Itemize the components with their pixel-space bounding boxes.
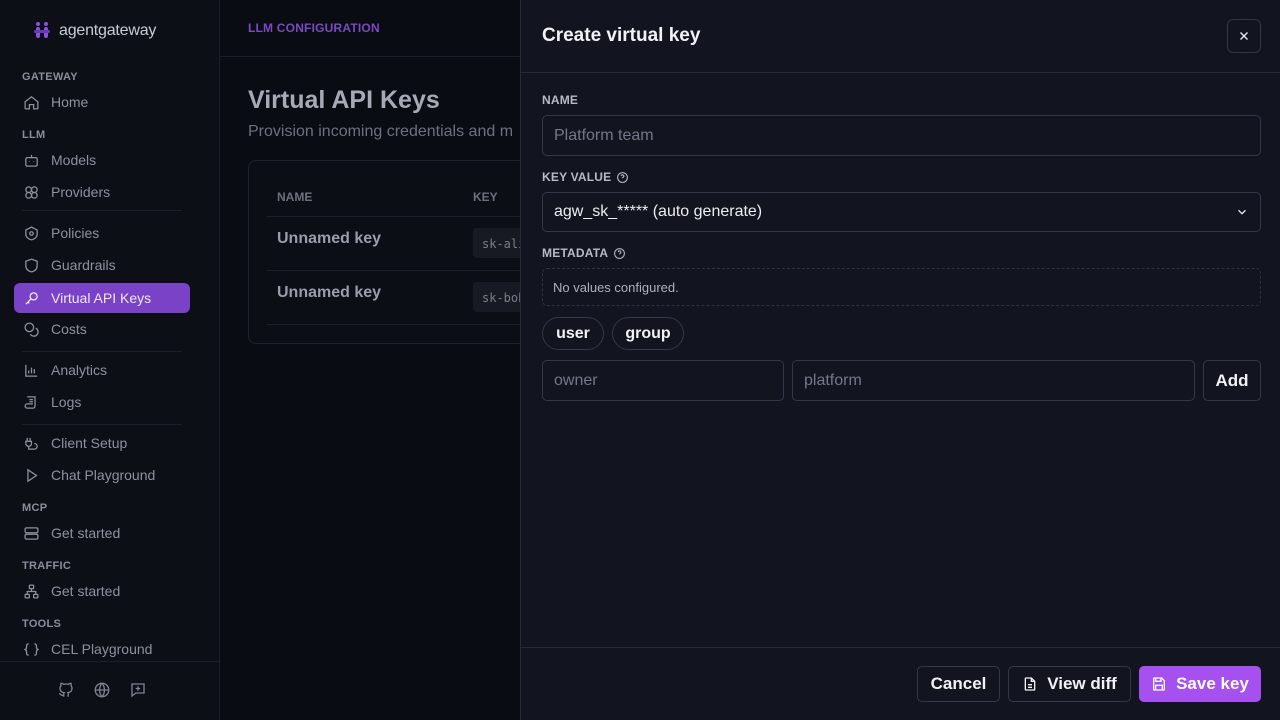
help-icon[interactable] [616,171,629,184]
feedback-icon[interactable] [129,681,147,699]
close-icon [1240,32,1248,40]
section-label-gateway: GATEWAY [22,71,78,83]
key-value-select[interactable]: agw_sk_***** (auto generate) [542,192,1261,232]
name-input[interactable] [542,115,1261,156]
metadata-label-text: METADATA [542,246,609,260]
sidebar-divider [22,424,182,425]
coins-icon [24,321,39,337]
metadata-chip-group[interactable]: group [612,317,684,350]
metadata-label: METADATA [542,246,626,260]
github-icon[interactable] [57,681,75,699]
key-value-label-text: KEY VALUE [542,170,612,184]
sidebar-item-label: Chat Playground [51,467,156,483]
sidebar-item-chat-playground[interactable]: Chat Playground [14,460,190,490]
page-subtitle: Provision incoming credentials and m [248,123,514,140]
add-metadata-button[interactable]: Add [1203,360,1261,401]
sidebar-item-guardrails[interactable]: Guardrails [14,250,190,280]
sidebar-item-label: Providers [51,184,111,200]
cancel-button-label: Cancel [930,674,987,693]
cancel-button[interactable]: Cancel [917,666,1000,702]
file-text-icon [1024,677,1036,691]
sidebar-item-models[interactable]: Models [14,145,190,175]
sidebar-item-label: Home [51,94,89,110]
agentgateway-logo-icon [34,22,50,38]
shield-icon [25,257,38,273]
key-value-selected: agw_sk_***** (auto generate) [554,203,763,220]
sidebar-item-policies[interactable]: Policies [14,218,190,248]
metadata-chip-user[interactable]: user [542,317,604,350]
sidebar-item-label: Get started [51,583,121,599]
metadata-value-input[interactable] [792,360,1195,401]
name-label-text: NAME [542,93,579,107]
sidebar-item-label: Costs [51,321,87,337]
metadata-empty-state: No values configured. [542,268,1261,306]
bot-icon [25,154,38,167]
sidebar-item-logs[interactable]: Logs [14,387,190,417]
sidebar-footer-divider [0,661,219,662]
section-label-mcp: MCP [22,502,48,514]
key-icon [25,291,38,305]
save-key-button[interactable]: Save key [1139,666,1261,702]
name-label: NAME [542,93,578,107]
sidebar-item-label: Client Setup [51,435,128,451]
sidebar-item-label: Policies [51,225,100,241]
sidebar-item-cel-playground[interactable]: CEL Playground [14,634,190,664]
table-divider [267,324,527,325]
sidebar-item-traffic-get-started[interactable]: Get started [14,576,190,606]
column-header-key: KEY [473,190,498,204]
section-label-tools: TOOLS [22,618,62,630]
page-title: Virtual API Keys [248,86,440,114]
sidebar-item-label: Analytics [51,362,108,378]
sidebar-item-label: Models [51,152,97,168]
sidebar-item-label: Virtual API Keys [51,290,152,306]
network-icon [24,583,39,599]
table-divider [267,270,527,271]
drawer-footer-divider [521,647,1280,648]
section-label-traffic: TRAFFIC [22,560,72,572]
scroll-icon [24,395,36,409]
sidebar-item-analytics[interactable]: Analytics [14,355,190,385]
section-label-llm: LLM [22,129,46,141]
view-diff-button-label: View diff [1047,674,1117,693]
bar-chart-icon [25,364,38,377]
sidebar-item-virtual-api-keys[interactable]: Virtual API Keys [14,283,190,313]
metadata-key-input[interactable] [542,360,784,401]
sidebar-divider [22,351,182,352]
sidebar-item-home[interactable]: Home [14,87,190,117]
braces-icon [23,642,40,656]
sidebar: agentgateway GATEWAY Home LLM Models Pro… [0,0,220,720]
sidebar-item-mcp-get-started[interactable]: Get started [14,518,190,548]
brand-name: agentgateway [59,22,157,39]
help-icon[interactable] [613,247,626,260]
policy-icon [25,225,38,241]
sidebar-item-label: Logs [51,394,82,410]
sidebar-item-label: Get started [51,525,121,541]
sidebar-divider [22,210,182,211]
sidebar-item-client-setup[interactable]: Client Setup [14,428,190,458]
sidebar-item-providers[interactable]: Providers [14,177,190,207]
plug-icon [25,437,38,450]
providers-icon [25,185,38,199]
server-icon [24,526,39,540]
table-divider [267,216,527,217]
close-button[interactable] [1227,19,1261,53]
column-header-name: NAME [277,190,313,204]
brand-logo[interactable]: agentgateway [32,20,156,42]
view-diff-button[interactable]: View diff [1008,666,1131,702]
sidebar-item-label: Guardrails [51,257,116,273]
key-value-label: KEY VALUE [542,170,629,184]
sidebar-item-costs[interactable]: Costs [14,314,190,344]
home-icon [24,95,39,110]
save-icon [1153,677,1166,691]
create-key-drawer: Create virtual key NAME KEY VALUE agw_sk… [520,0,1280,720]
breadcrumb[interactable]: LLM CONFIGURATION [248,21,380,35]
table-row-name[interactable]: Unnamed key [277,230,381,248]
table-row-name[interactable]: Unnamed key [277,284,381,302]
globe-icon[interactable] [93,681,111,699]
play-icon [27,468,38,482]
sidebar-item-label: CEL Playground [51,641,153,657]
save-key-button-label: Save key [1176,674,1249,693]
drawer-title: Create virtual key [542,25,701,46]
chevron-down-icon [1238,209,1246,215]
